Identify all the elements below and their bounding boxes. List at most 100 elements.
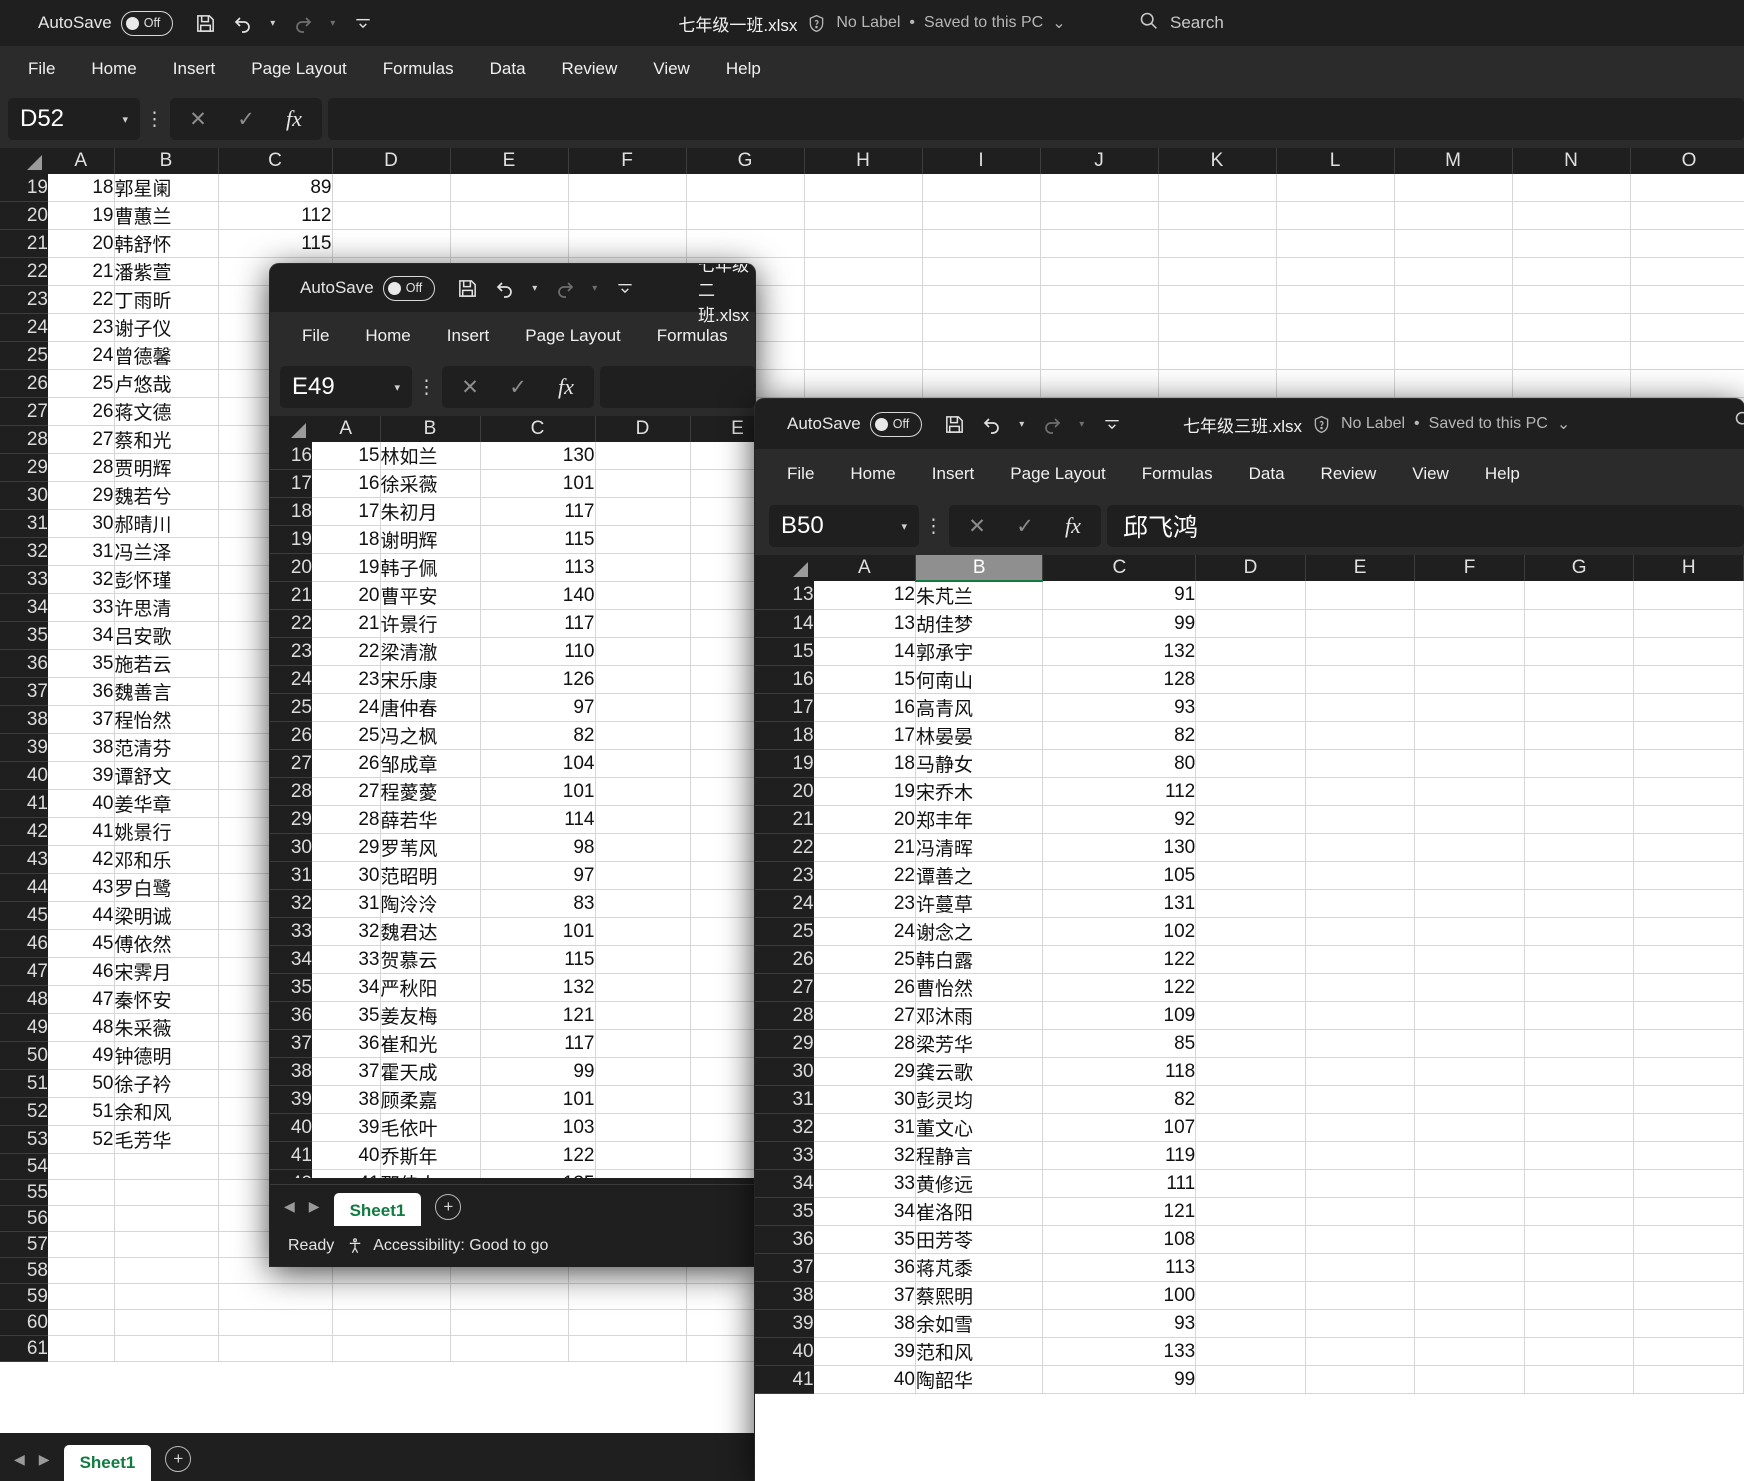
cell-G17[interactable] [1524, 693, 1635, 722]
table-row[interactable]: 28 27 程薆薆 101 [270, 777, 755, 806]
formula-bar-more-icon[interactable]: ⋮ [140, 98, 170, 140]
cell-A31[interactable]: 30 [48, 509, 115, 538]
row-header-28[interactable]: 28 [0, 425, 48, 454]
cell-L22[interactable] [1276, 257, 1395, 286]
cell-B29[interactable]: 梁芳华 [915, 1029, 1044, 1058]
row-header-16[interactable]: 16 [755, 665, 814, 694]
cell-E27[interactable] [690, 749, 755, 778]
row-header-25[interactable]: 25 [0, 341, 48, 370]
table-row[interactable]: 22 21 潘紫萱 [0, 257, 1744, 286]
table-row[interactable]: 31 30 范昭明 97 [270, 861, 755, 890]
row-header-21[interactable]: 21 [270, 581, 312, 610]
cell-H37[interactable] [1633, 1253, 1744, 1282]
table-row[interactable]: 38 37 霍天成 99 [270, 1057, 755, 1086]
cell-E21[interactable] [1305, 805, 1416, 834]
table-row[interactable]: 24 23 谢子仪 [0, 313, 1744, 342]
cell-D37[interactable] [1195, 1253, 1306, 1282]
tab-review[interactable]: Review [1303, 457, 1395, 491]
cell-D28[interactable] [595, 777, 691, 806]
cell-D27[interactable] [1195, 973, 1306, 1002]
row-header-53[interactable]: 53 [0, 1125, 48, 1154]
row-header-30[interactable]: 30 [270, 833, 312, 862]
cell-O23[interactable] [1630, 285, 1744, 314]
table-row[interactable]: 20 19 曹蕙兰 112 [0, 201, 1744, 230]
cell-E15[interactable] [1305, 637, 1416, 666]
table-row[interactable]: 19 18 谢明辉 115 [270, 525, 755, 554]
tab-help[interactable]: Help [708, 52, 779, 86]
cell-A16[interactable]: 15 [813, 665, 916, 694]
cell-I20[interactable] [922, 201, 1041, 230]
cell-E28[interactable] [690, 777, 755, 806]
cell-E42[interactable] [690, 1169, 755, 1178]
cell-E28[interactable] [1305, 1001, 1416, 1030]
column-header-E[interactable]: E [1305, 555, 1416, 581]
tab-insert[interactable]: Insert [914, 457, 993, 491]
table-row[interactable]: 21 20 韩舒怀 115 [0, 229, 1744, 258]
table-row[interactable]: 37 36 崔和光 117 [270, 1029, 755, 1058]
cell-O25[interactable] [1630, 341, 1744, 370]
cell-K24[interactable] [1158, 313, 1277, 342]
cancel-icon[interactable]: ✕ [174, 107, 222, 132]
cell-B38[interactable]: 蔡熙明 [915, 1281, 1044, 1310]
cell-C30[interactable]: 118 [1042, 1057, 1197, 1086]
cell-H33[interactable] [1633, 1141, 1744, 1170]
table-row[interactable]: 34 33 黄修远 111 [755, 1169, 1744, 1198]
cell-B42[interactable]: 邵佳人 [380, 1169, 481, 1178]
row-header-31[interactable]: 31 [755, 1085, 814, 1114]
cell-G20[interactable] [686, 201, 805, 230]
tab-review[interactable]: Review [544, 52, 636, 86]
cell-A38[interactable]: 37 [312, 1057, 381, 1086]
cell-D32[interactable] [595, 889, 691, 918]
cell-B28[interactable]: 邓沐雨 [915, 1001, 1044, 1030]
table-row[interactable]: 41 40 陶韶华 99 [755, 1365, 1744, 1394]
row-header-28[interactable]: 28 [755, 1001, 814, 1030]
column-header-A[interactable]: A [48, 148, 115, 174]
name-box-chevron-down-icon[interactable]: ▾ [901, 520, 907, 533]
cell-C39[interactable]: 101 [480, 1085, 596, 1114]
cell-E37[interactable] [690, 1029, 755, 1058]
cell-C36[interactable]: 121 [480, 1001, 596, 1030]
row-header-27[interactable]: 27 [270, 749, 312, 778]
cell-E34[interactable] [1305, 1169, 1416, 1198]
cell-A40[interactable]: 39 [813, 1337, 916, 1366]
cell-C23[interactable]: 110 [480, 637, 596, 666]
table-row[interactable]: 27 26 邹成章 104 [270, 749, 755, 778]
cell-B23[interactable]: 谭善之 [915, 861, 1044, 890]
cell-A44[interactable]: 43 [48, 873, 115, 902]
row-header-34[interactable]: 34 [270, 945, 312, 974]
cell-F23[interactable] [1414, 861, 1525, 890]
table-row[interactable]: 35 34 严秋阳 132 [270, 973, 755, 1002]
cell-C32[interactable]: 83 [480, 889, 596, 918]
cell-B26[interactable]: 韩白露 [915, 945, 1044, 974]
cell-E22[interactable] [1305, 833, 1416, 862]
cell-J25[interactable] [1040, 341, 1159, 370]
cell-D61[interactable] [332, 1335, 451, 1362]
cell-A16[interactable]: 15 [312, 442, 381, 470]
cell-H21[interactable] [1633, 805, 1744, 834]
row-header-46[interactable]: 46 [0, 929, 48, 958]
column-header-E[interactable]: E [690, 416, 755, 442]
row-header-32[interactable]: 32 [270, 889, 312, 918]
table-row[interactable]: 36 35 姜友梅 121 [270, 1001, 755, 1030]
cell-C34[interactable]: 115 [480, 945, 596, 974]
column-header-A[interactable]: A [312, 416, 381, 442]
table-row[interactable]: 33 32 魏君达 101 [270, 917, 755, 946]
undo-icon[interactable] [488, 271, 522, 305]
row-header-16[interactable]: 16 [270, 442, 312, 470]
cell-D41[interactable] [1195, 1365, 1306, 1394]
cell-B48[interactable]: 秦怀安 [114, 985, 219, 1014]
row-header-37[interactable]: 37 [0, 677, 48, 706]
cell-D33[interactable] [595, 917, 691, 946]
cell-D30[interactable] [595, 833, 691, 862]
cell-H26[interactable] [1633, 945, 1744, 974]
cell-E39[interactable] [690, 1085, 755, 1114]
cell-C13[interactable]: 91 [1042, 581, 1197, 610]
name-box-chevron-down-icon[interactable]: ▾ [122, 113, 128, 126]
name-box[interactable]: E49 ▾ [280, 366, 412, 408]
cell-C37[interactable]: 113 [1042, 1253, 1197, 1282]
cell-E38[interactable] [1305, 1281, 1416, 1310]
cell-A22[interactable]: 21 [312, 609, 381, 638]
cell-C40[interactable]: 103 [480, 1113, 596, 1142]
cell-B36[interactable]: 姜友梅 [380, 1001, 481, 1030]
cell-B31[interactable]: 彭灵均 [915, 1085, 1044, 1114]
